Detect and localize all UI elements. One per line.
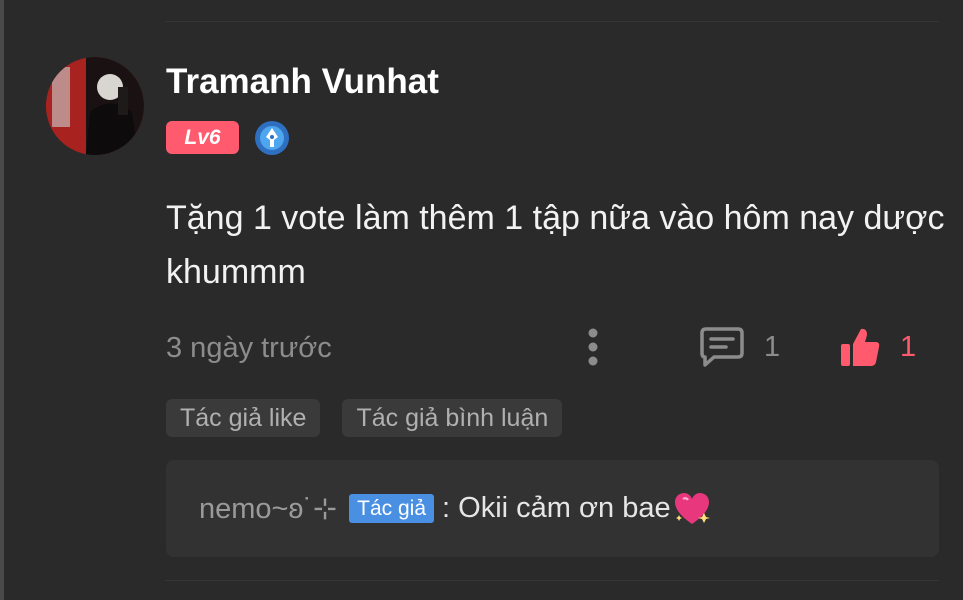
username[interactable]: Tramanh Vunhat [166,62,439,102]
more-vertical-icon[interactable] [578,326,608,368]
author-icon [253,119,291,157]
thumbs-up-icon [841,328,880,366]
reply-button[interactable]: 1 [698,325,780,369]
like-count: 1 [900,330,917,363]
badge-list: Tác giả like Tác giả bình luận [166,399,563,437]
comment-icon [700,327,744,367]
reply-count: 1 [764,330,781,363]
sparkling-heart-icon [674,492,710,524]
badge-author-commented: Tác giả bình luận [342,399,563,437]
window-border [0,0,4,600]
author-tag: Tác giả [349,494,435,523]
level-badge: Lv6 [166,121,239,154]
divider [165,580,939,581]
timestamp: 3 ngày trước [166,332,332,364]
reply-author-name: nemo~ʚ˙⊹ [199,493,338,525]
comment-text: Tặng 1 vote làm thêm 1 tập nữa vào hôm n… [166,199,945,291]
reply-preview[interactable]: nemo~ʚ˙⊹ Tác giả : Okii cảm ơn bae [166,460,939,557]
divider [165,21,939,22]
reply-message: : Okii cảm ơn bae [442,492,671,524]
level-label: Lv6 [184,125,221,149]
like-button[interactable]: 1 [838,325,916,369]
avatar[interactable] [46,57,144,155]
badge-author-liked: Tác giả like [166,399,321,437]
